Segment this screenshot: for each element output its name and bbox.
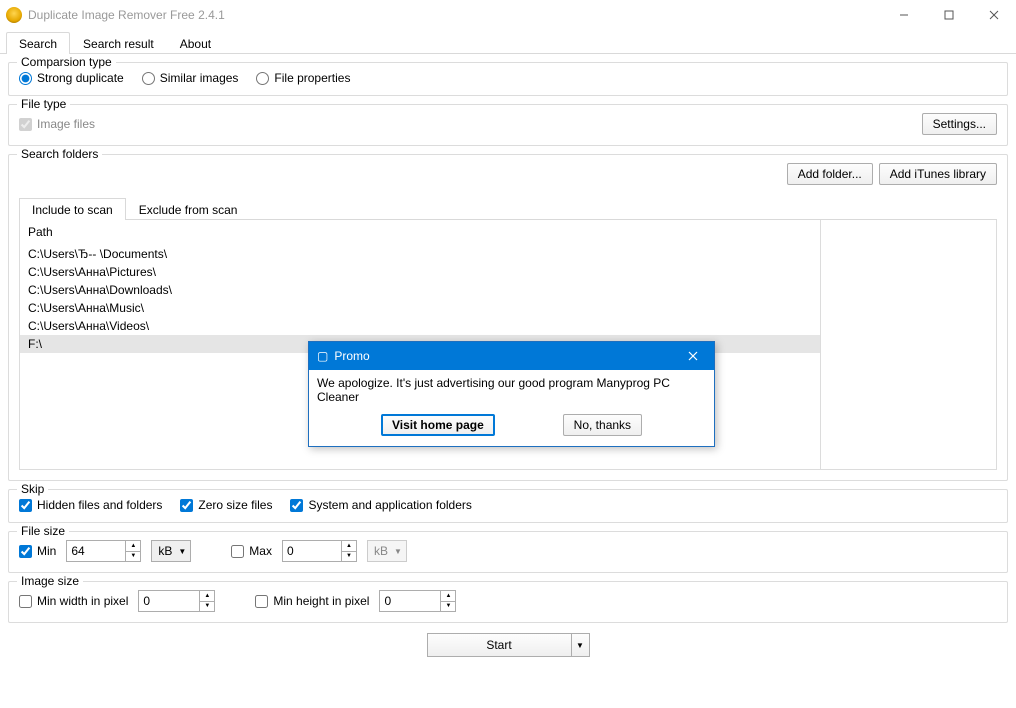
filetype-group: File type Image files Settings... — [8, 104, 1008, 146]
promo-dialog: ▢ Promo We apologize. It's just advertis… — [308, 341, 715, 447]
close-button[interactable] — [971, 0, 1016, 30]
checkbox-system-folders[interactable]: System and application folders — [290, 498, 471, 512]
path-item[interactable]: C:\Users\Анна\Music\ — [20, 299, 820, 317]
path-side-panel — [821, 220, 996, 469]
min-size-unit-select[interactable]: kB▼ — [151, 540, 191, 562]
dialog-message: We apologize. It's just advertising our … — [317, 376, 706, 404]
chevron-down-icon: ▼ — [394, 547, 402, 556]
max-size-unit-select: kB▼ — [367, 540, 407, 562]
radio-file-properties[interactable]: File properties — [256, 71, 350, 85]
settings-button[interactable]: Settings... — [922, 113, 997, 135]
comparison-group: Comparsion type Strong duplicate Similar… — [8, 62, 1008, 96]
visit-home-button[interactable]: Visit home page — [381, 414, 495, 436]
checkbox-min-width[interactable]: Min width in pixel — [19, 594, 128, 608]
spin-down-icon[interactable]: ▼ — [200, 602, 214, 612]
spin-down-icon[interactable]: ▼ — [441, 602, 455, 612]
filetype-legend: File type — [17, 97, 70, 111]
checkbox-min-height[interactable]: Min height in pixel — [255, 594, 369, 608]
tab-include-scan[interactable]: Include to scan — [19, 198, 126, 220]
maximize-button[interactable] — [926, 0, 971, 30]
app-icon — [6, 7, 22, 23]
imagesize-group: Image size Min width in pixel ▲▼ Min hei… — [8, 581, 1008, 623]
comparison-legend: Comparsion type — [17, 55, 116, 69]
spin-up-icon[interactable]: ▲ — [200, 591, 214, 602]
radio-strong-duplicate[interactable]: Strong duplicate — [19, 71, 124, 85]
spin-down-icon[interactable]: ▼ — [126, 552, 140, 562]
path-item[interactable]: C:\Users\Анна\Videos\ — [20, 317, 820, 335]
checkbox-hidden-files[interactable]: Hidden files and folders — [19, 498, 162, 512]
chevron-down-icon: ▼ — [178, 547, 186, 556]
filesize-legend: File size — [17, 524, 69, 538]
dialog-title: Promo — [334, 349, 670, 363]
checkbox-max-size[interactable]: Max — [231, 544, 272, 558]
main-tabs: Search Search result About — [0, 30, 1016, 54]
filesize-group: File size Min ▲▼ kB▼ Max ▲▼ kB▼ — [8, 531, 1008, 573]
min-width-input[interactable]: ▲▼ — [138, 590, 215, 612]
checkbox-image-files: Image files — [19, 117, 95, 131]
window-title: Duplicate Image Remover Free 2.4.1 — [28, 8, 881, 22]
spin-up-icon[interactable]: ▲ — [441, 591, 455, 602]
minimize-button[interactable] — [881, 0, 926, 30]
spin-up-icon[interactable]: ▲ — [342, 541, 356, 552]
skip-group: Skip Hidden files and folders Zero size … — [8, 489, 1008, 523]
tab-search[interactable]: Search — [6, 32, 70, 54]
dialog-close-button[interactable] — [676, 345, 710, 367]
imagesize-legend: Image size — [17, 574, 83, 588]
checkbox-min-size[interactable]: Min — [19, 544, 56, 558]
spin-down-icon[interactable]: ▼ — [342, 552, 356, 562]
radio-similar-images[interactable]: Similar images — [142, 71, 239, 85]
titlebar: Duplicate Image Remover Free 2.4.1 — [0, 0, 1016, 30]
add-folder-button[interactable]: Add folder... — [787, 163, 873, 185]
tab-exclude-scan[interactable]: Exclude from scan — [126, 198, 251, 220]
no-thanks-button[interactable]: No, thanks — [563, 414, 642, 436]
tab-about[interactable]: About — [167, 32, 224, 54]
spin-up-icon[interactable]: ▲ — [126, 541, 140, 552]
skip-legend: Skip — [17, 482, 48, 496]
search-folders-legend: Search folders — [17, 147, 102, 161]
path-item[interactable]: C:\Users\Анна\Pictures\ — [20, 263, 820, 281]
min-height-input[interactable]: ▲▼ — [379, 590, 456, 612]
checkbox-zero-size[interactable]: Zero size files — [180, 498, 272, 512]
start-dropdown[interactable]: ▼ — [572, 633, 590, 657]
start-button[interactable]: Start — [427, 633, 572, 657]
window-icon: ▢ — [317, 349, 328, 363]
add-itunes-button[interactable]: Add iTunes library — [879, 163, 997, 185]
tab-search-result[interactable]: Search result — [70, 32, 167, 54]
max-size-input[interactable]: ▲▼ — [282, 540, 357, 562]
path-column-header: Path — [20, 220, 820, 245]
path-item[interactable]: C:\Users\Ђ-- \Documents\ — [20, 245, 820, 263]
path-item[interactable]: C:\Users\Анна\Downloads\ — [20, 281, 820, 299]
chevron-down-icon: ▼ — [576, 641, 584, 650]
min-size-input[interactable]: ▲▼ — [66, 540, 141, 562]
